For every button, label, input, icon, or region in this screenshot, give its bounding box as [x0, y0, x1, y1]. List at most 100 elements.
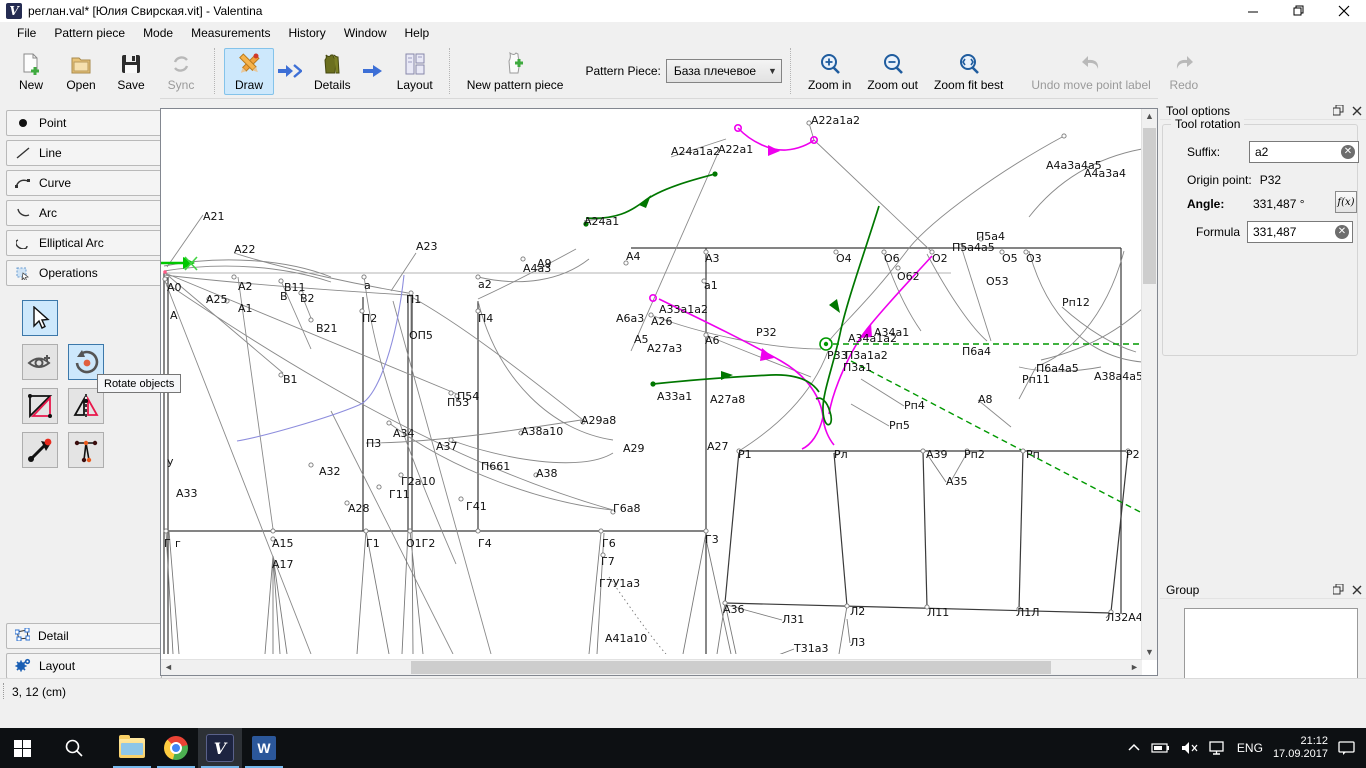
- clear-suffix-icon[interactable]: ✕: [1341, 145, 1355, 159]
- formula-input[interactable]: 331,487 ✕: [1247, 221, 1353, 243]
- point-label[interactable]: П53: [447, 396, 469, 409]
- point-label[interactable]: О6: [884, 252, 900, 265]
- point-label[interactable]: В1: [283, 373, 298, 386]
- point-label[interactable]: О4: [836, 252, 852, 265]
- language-indicator[interactable]: ENG: [1237, 741, 1263, 755]
- point-label[interactable]: П3: [366, 437, 381, 450]
- point-label[interactable]: А36: [723, 603, 745, 616]
- draw-mode-button[interactable]: Draw: [224, 48, 274, 95]
- battery-icon[interactable]: [1151, 742, 1171, 754]
- point-label[interactable]: Г6: [602, 537, 616, 550]
- point-label[interactable]: А6: [705, 334, 720, 347]
- close-button[interactable]: [1321, 0, 1366, 22]
- point-label[interactable]: Рп2: [964, 448, 985, 461]
- group-list[interactable]: [1184, 608, 1358, 680]
- point-label[interactable]: Р1: [738, 448, 752, 461]
- point-label[interactable]: А34: [393, 427, 415, 440]
- point-label[interactable]: А24а1: [584, 215, 619, 228]
- save-button[interactable]: Save: [106, 48, 156, 95]
- point-label[interactable]: А29а8: [581, 414, 616, 427]
- point-label[interactable]: Г6а8: [613, 502, 640, 515]
- point-label[interactable]: Рл: [834, 448, 848, 461]
- category-point[interactable]: Point: [6, 110, 162, 136]
- scroll-up-icon[interactable]: ▲: [1142, 109, 1157, 124]
- point-label[interactable]: Рп5: [889, 419, 910, 432]
- pattern-point[interactable]: [387, 421, 391, 425]
- move-tool-button[interactable]: [22, 432, 58, 468]
- point-label[interactable]: А21: [203, 210, 225, 223]
- point-label[interactable]: А22: [234, 243, 256, 256]
- point-label[interactable]: А29: [623, 442, 645, 455]
- point-label[interactable]: А22а1: [718, 143, 753, 156]
- point-label[interactable]: Рп4: [904, 399, 925, 412]
- point-label[interactable]: А: [170, 309, 178, 322]
- point-label[interactable]: а2: [478, 278, 492, 291]
- point-label[interactable]: Г3: [705, 533, 719, 546]
- point-label[interactable]: А9: [537, 257, 552, 270]
- pattern-point[interactable]: [921, 449, 925, 453]
- menu-measurements[interactable]: Measurements: [182, 23, 279, 43]
- pattern-point[interactable]: [1062, 134, 1066, 138]
- point-label[interactable]: О5: [1002, 252, 1018, 265]
- pattern-point[interactable]: [599, 529, 603, 533]
- point-label[interactable]: А34а1а2: [848, 332, 897, 345]
- point-label[interactable]: В: [280, 290, 288, 303]
- pattern-point[interactable]: [476, 529, 480, 533]
- scroll-left-icon[interactable]: ◄: [161, 660, 176, 675]
- clear-formula-icon[interactable]: ✕: [1335, 225, 1349, 239]
- pattern-point[interactable]: [377, 485, 381, 489]
- category-operations[interactable]: Operations: [6, 260, 162, 286]
- point-label[interactable]: О62: [897, 270, 920, 283]
- point-label[interactable]: П4: [478, 312, 493, 325]
- taskbar-valentina-button[interactable]: V: [198, 728, 242, 768]
- point-label[interactable]: А38: [536, 467, 558, 480]
- point-label[interactable]: А23: [416, 240, 438, 253]
- close-panel-icon[interactable]: [1352, 585, 1362, 595]
- point-label[interactable]: А33: [176, 487, 198, 500]
- point-label[interactable]: А39: [926, 448, 948, 461]
- menu-mode[interactable]: Mode: [134, 23, 182, 43]
- horizontal-scroll-thumb[interactable]: [411, 661, 1051, 674]
- vertical-scroll-thumb[interactable]: [1143, 128, 1156, 284]
- float-panel-icon[interactable]: [1333, 584, 1344, 595]
- taskbar-chrome-button[interactable]: [154, 728, 198, 768]
- point-label[interactable]: Рп11: [1022, 373, 1050, 386]
- taskbar-search-button[interactable]: [52, 728, 96, 768]
- point-label[interactable]: А38а4а5: [1094, 370, 1142, 383]
- scroll-right-icon[interactable]: ►: [1127, 660, 1142, 675]
- tray-chevron-up-icon[interactable]: [1127, 743, 1141, 753]
- curve-endpoint-green[interactable]: [650, 381, 655, 386]
- taskbar-word-button[interactable]: W: [242, 728, 286, 768]
- scroll-down-icon[interactable]: ▼: [1142, 645, 1157, 660]
- point-label[interactable]: А35: [946, 475, 968, 488]
- point-label[interactable]: А25: [206, 293, 228, 306]
- restore-button[interactable]: [1276, 0, 1321, 22]
- formula-fx-button[interactable]: f(x): [1335, 191, 1357, 213]
- point-label[interactable]: Л2: [850, 605, 865, 618]
- point-label[interactable]: Р2: [1126, 448, 1140, 461]
- point-label[interactable]: А27: [707, 440, 729, 453]
- pattern-point[interactable]: [1021, 449, 1025, 453]
- flip-by-line-tool-button[interactable]: [22, 388, 58, 424]
- layout-mode-button[interactable]: Layout: [389, 48, 441, 95]
- point-label[interactable]: Г11: [389, 488, 410, 501]
- horizontal-scrollbar[interactable]: ◄ ►: [161, 659, 1142, 675]
- point-label[interactable]: Г7У1а3: [599, 577, 640, 590]
- point-label[interactable]: В2: [300, 292, 315, 305]
- point-label[interactable]: Л31: [782, 613, 804, 626]
- point-label[interactable]: Г: [164, 537, 171, 550]
- network-icon[interactable]: [1209, 741, 1227, 755]
- point-label[interactable]: А3: [705, 252, 720, 265]
- point-label[interactable]: А33а1: [657, 390, 692, 403]
- volume-muted-icon[interactable]: [1181, 741, 1199, 755]
- clock[interactable]: 21:12 17.09.2017: [1273, 735, 1328, 761]
- point-label[interactable]: Г4: [478, 537, 492, 550]
- curve-endpoint-green[interactable]: [712, 171, 717, 176]
- detail-mode-button[interactable]: Detail: [6, 623, 162, 649]
- taskbar-explorer-button[interactable]: [110, 728, 154, 768]
- add-to-group-tool-button[interactable]: [22, 344, 58, 380]
- point-label[interactable]: А38а10: [521, 425, 563, 438]
- select-tool-button[interactable]: [22, 300, 58, 336]
- pattern-point[interactable]: [309, 318, 313, 322]
- point-label[interactable]: а1: [704, 279, 718, 292]
